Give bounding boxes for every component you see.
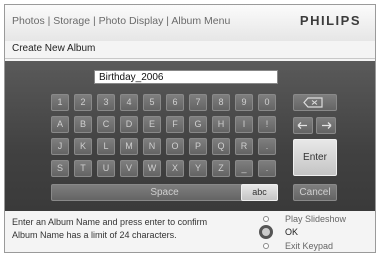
- key-2-3[interactable]: M: [120, 138, 138, 155]
- key-2-6[interactable]: P: [189, 138, 207, 155]
- photo-frame-screen: Photos | Storage | Photo Display | Album…: [4, 4, 376, 253]
- hint-line-2: Album Name has a limit of 24 characters.: [12, 230, 177, 240]
- key-3-8[interactable]: _: [235, 160, 253, 177]
- option-ok[interactable]: OK: [285, 227, 298, 237]
- option-exit-keypad[interactable]: Exit Keypad: [285, 241, 333, 251]
- option-dot-icon: [263, 243, 269, 249]
- key-2-7[interactable]: Q: [212, 138, 230, 155]
- key-2-8[interactable]: R: [235, 138, 253, 155]
- page-title: Create New Album: [12, 43, 96, 54]
- key-0-5[interactable]: 6: [166, 94, 184, 111]
- option-dot-icon: [263, 216, 269, 222]
- key-0-2[interactable]: 3: [97, 94, 115, 111]
- key-0-0[interactable]: 1: [51, 94, 69, 111]
- key-1-1[interactable]: B: [74, 116, 92, 133]
- cancel-key[interactable]: Cancel: [293, 184, 337, 201]
- footer: Enter an Album Name and press enter to c…: [5, 211, 375, 252]
- key-1-3[interactable]: D: [120, 116, 138, 133]
- key-2-2[interactable]: L: [97, 138, 115, 155]
- enter-key[interactable]: Enter: [293, 139, 337, 176]
- key-3-5[interactable]: X: [166, 160, 184, 177]
- key-3-1[interactable]: T: [74, 160, 92, 177]
- key-0-9[interactable]: 0: [258, 94, 276, 111]
- key-3-6[interactable]: Y: [189, 160, 207, 177]
- key-1-9[interactable]: !: [258, 116, 276, 133]
- option-play-slideshow[interactable]: Play Slideshow: [285, 214, 346, 224]
- key-3-2[interactable]: U: [97, 160, 115, 177]
- key-0-6[interactable]: 7: [189, 94, 207, 111]
- key-3-3[interactable]: V: [120, 160, 138, 177]
- backspace-key[interactable]: [293, 94, 337, 111]
- key-2-1[interactable]: K: [74, 138, 92, 155]
- album-name-field[interactable]: Birthday_2006: [94, 70, 278, 84]
- key-1-0[interactable]: A: [51, 116, 69, 133]
- key-0-8[interactable]: 9: [235, 94, 253, 111]
- arrow-right-icon: [322, 122, 332, 129]
- key-2-5[interactable]: O: [166, 138, 184, 155]
- cursor-right-key[interactable]: [316, 117, 336, 134]
- key-3-9[interactable]: .: [258, 160, 276, 177]
- key-3-0[interactable]: S: [51, 160, 69, 177]
- key-1-6[interactable]: G: [189, 116, 207, 133]
- arrow-left-icon: [297, 122, 307, 129]
- hint-line-1: Enter an Album Name and press enter to c…: [12, 217, 208, 227]
- brand-logo: PHILIPS: [299, 13, 361, 28]
- key-3-7[interactable]: Z: [212, 160, 230, 177]
- key-2-4[interactable]: N: [143, 138, 161, 155]
- key-1-4[interactable]: E: [143, 116, 161, 133]
- key-0-4[interactable]: 5: [143, 94, 161, 111]
- breadcrumb: Photos | Storage | Photo Display | Album…: [12, 15, 231, 27]
- navigation-dial-icon: [259, 225, 273, 239]
- abc-toggle-key[interactable]: abc: [241, 184, 278, 201]
- divider: [5, 58, 375, 59]
- key-1-5[interactable]: F: [166, 116, 184, 133]
- key-0-7[interactable]: 8: [212, 94, 230, 111]
- key-2-9[interactable]: .: [258, 138, 276, 155]
- on-screen-keyboard: Birthday_2006 1 2 3 4 5 6 7 8 9 0 A B C D E F G H I! J K L M N O…: [5, 61, 375, 211]
- key-0-1[interactable]: 2: [74, 94, 92, 111]
- key-1-7[interactable]: H: [212, 116, 230, 133]
- key-2-0[interactable]: J: [51, 138, 69, 155]
- option-menu: Play Slideshow OK Exit Keypad: [259, 213, 375, 252]
- top-bar: Photos | Storage | Photo Display | Album…: [5, 5, 375, 41]
- key-1-2[interactable]: C: [97, 116, 115, 133]
- backspace-icon: [303, 97, 323, 108]
- key-3-4[interactable]: W: [143, 160, 161, 177]
- key-1-8[interactable]: I: [235, 116, 253, 133]
- key-0-3[interactable]: 4: [120, 94, 138, 111]
- hint-text: Enter an Album Name and press enter to c…: [12, 216, 207, 242]
- cursor-left-key[interactable]: [293, 117, 313, 134]
